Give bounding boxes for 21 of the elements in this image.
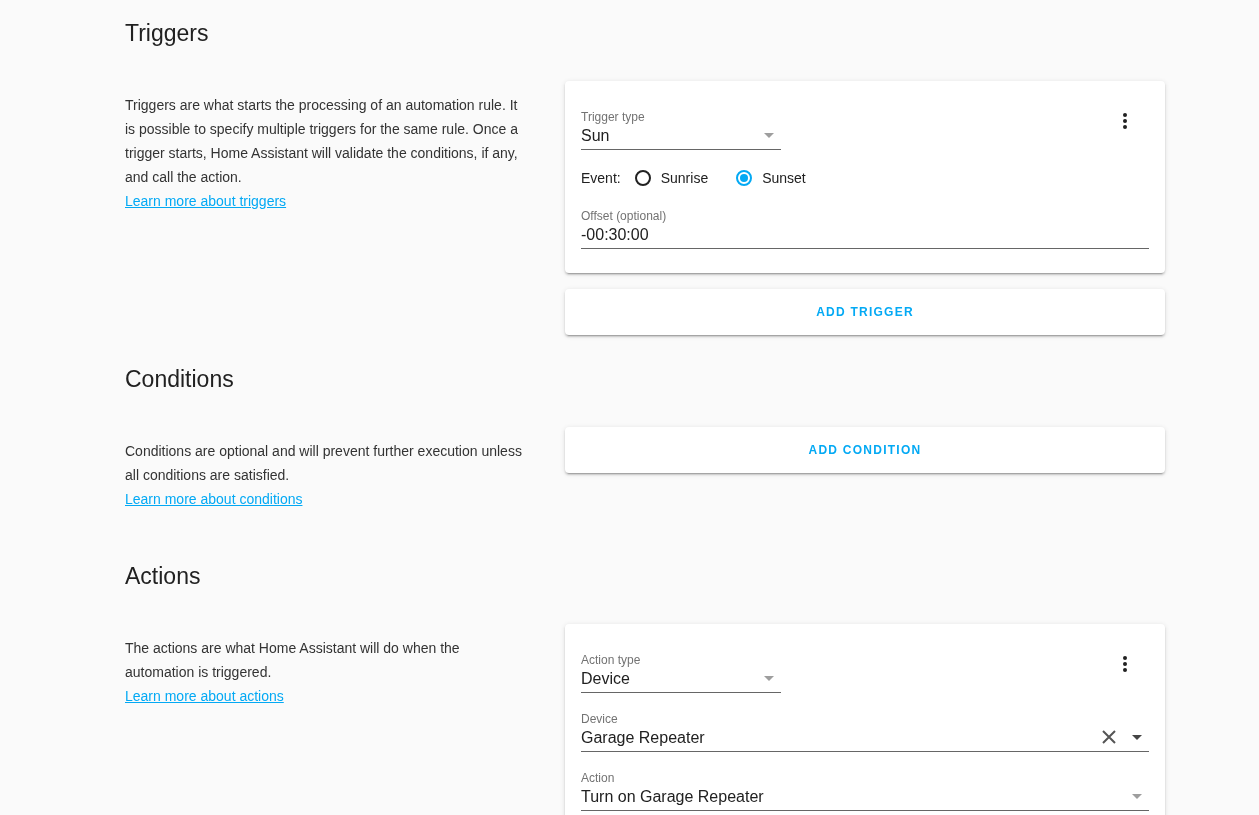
more-options-icon	[1123, 113, 1127, 129]
dropdown-caret-icon	[1132, 735, 1142, 740]
select-field[interactable]: Device Garage Repeater	[581, 711, 1149, 752]
select-field[interactable]: Action type Device	[581, 652, 781, 693]
more-options-icon	[1123, 656, 1127, 672]
event-label: Event:	[581, 170, 621, 186]
dropdown-caret-icon	[764, 133, 774, 138]
section-description: The actions are what Home Assistant will do when the automation is triggered.	[125, 639, 461, 682]
section-heading: Triggers	[125, 19, 210, 48]
section-description: Conditions are optional and will prevent further execution unless all conditions are satisfied.	[125, 442, 523, 485]
radio-option[interactable]: Sunrise	[634, 170, 709, 186]
radio-option[interactable]: Sunset	[736, 170, 806, 186]
select-field[interactable]: Action Turn on Garage Repeater	[581, 770, 1149, 811]
section-heading: Actions	[125, 562, 202, 591]
select-field[interactable]: Trigger type Sun	[581, 109, 781, 150]
clear-icon[interactable]	[1102, 730, 1116, 744]
section-description: Triggers are what starts the processing of an automation rule. It is possible to specify multiple triggers for the same rule. Once a trigger starts, Home Assistant will validate the conditions, if any, and call the action.	[125, 96, 519, 187]
offset-input-field[interactable]: Offset (optional) -00:30:00	[581, 208, 1149, 249]
dropdown-caret-icon	[1132, 794, 1142, 799]
dropdown-caret-icon	[764, 676, 774, 681]
section-heading: Conditions	[125, 365, 235, 394]
